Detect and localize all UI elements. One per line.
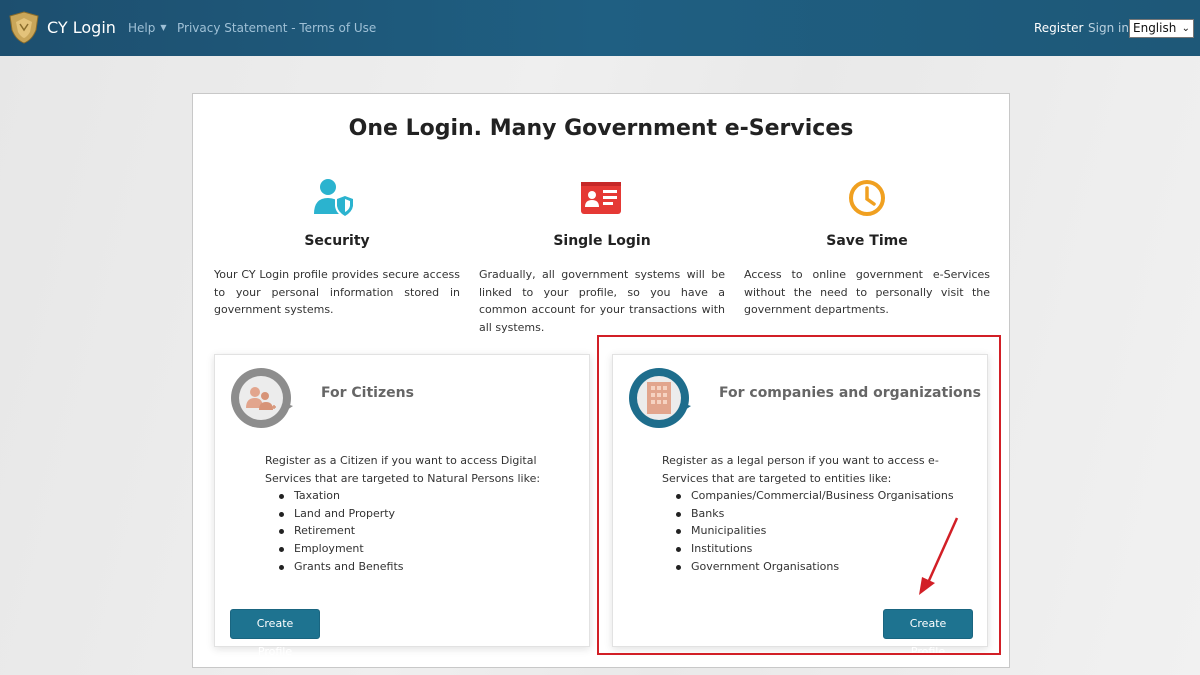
feature-text: Access to online government e-Services w…	[744, 268, 990, 316]
cyprus-emblem-icon	[9, 11, 39, 44]
feature-title: Save Time	[826, 233, 908, 249]
register-link[interactable]: Register	[1034, 21, 1083, 35]
top-navbar: CY Login Help ▼ Privacy Statement - Terms…	[0, 0, 1200, 56]
citizens-icon	[231, 368, 293, 428]
create-profile-citizen-button[interactable]: Create Profile	[230, 609, 320, 658]
id-card-icon	[581, 182, 621, 214]
user-shield-icon	[314, 179, 355, 218]
list-item: Grants and Benefits	[279, 558, 575, 576]
card-description-text: Register as a Citizen if you want to acc…	[265, 454, 541, 485]
privacy-terms-link[interactable]: Privacy Statement - Terms of Use	[177, 21, 376, 35]
list-item: Taxation	[279, 487, 575, 505]
chevron-down-icon: ⌄	[1181, 23, 1190, 34]
list-item: Land and Property	[279, 505, 575, 523]
feature-text: Gradually, all government systems will b…	[479, 268, 725, 334]
page-title: One Login. Many Government e-Services	[348, 116, 854, 141]
card-description: Register as a Citizen if you want to acc…	[265, 452, 575, 575]
list-item: Retirement	[279, 522, 575, 540]
card-title: For Citizens	[321, 385, 414, 401]
help-label: Help	[128, 21, 156, 35]
caret-down-icon: ▼	[160, 23, 167, 32]
highlight-box	[597, 335, 1001, 655]
sign-in-link[interactable]: Sign in	[1088, 21, 1129, 35]
service-list: Taxation Land and Property Retirement Em…	[279, 487, 575, 576]
language-select[interactable]: English ⌄	[1129, 19, 1194, 38]
clock-icon	[849, 180, 885, 216]
annotation-arrow-icon	[919, 517, 959, 595]
language-value: English	[1133, 21, 1177, 35]
feature-text: Your CY Login profile provides secure ac…	[214, 268, 460, 316]
list-item: Employment	[279, 540, 575, 558]
feature-title: Single Login	[553, 233, 651, 249]
help-menu[interactable]: Help ▼	[128, 21, 167, 35]
feature-title: Security	[304, 233, 370, 249]
citizens-card: For Citizens Register as a Citizen if yo…	[214, 354, 590, 658]
brand-name[interactable]: CY Login	[47, 18, 116, 37]
